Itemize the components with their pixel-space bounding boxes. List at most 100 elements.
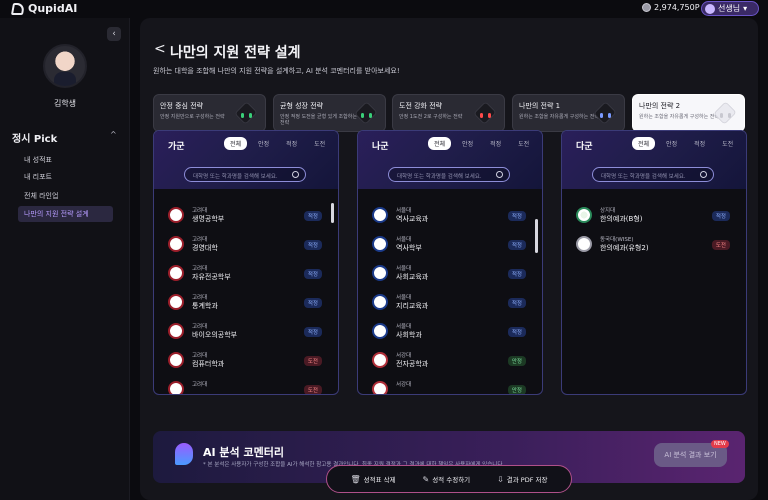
filter-tabs: 전체 안정 적정 도전 [428,137,535,150]
cube-robot-icon [592,100,618,128]
column-header: 나군 전체 안정 적정 도전 대학명 또는 학과명을 검색해 보세요. [358,131,542,189]
chevron-up-icon[interactable]: ^ [110,130,117,139]
tab-fit[interactable]: 적정 [688,137,711,150]
list-item[interactable]: 고려대 컴퓨터학과 도전 [154,348,338,377]
status-badge: 적정 [711,211,730,221]
sidebar-item-report-card[interactable]: 내 성적표 [18,152,113,168]
department-name: 한의예과(유형2) [600,244,649,252]
points-value: 2,974,750P [654,3,700,12]
user-label: 선생님 [718,4,741,13]
strategy-card-custom-1[interactable]: 나만의 전략 1 원하는 조합을 자유롭게 구성하는 전략 [512,94,625,132]
tab-all[interactable]: 전체 [632,137,656,150]
university-name: 서울대 [396,208,412,214]
university-emblem-icon [168,381,184,394]
strategy-desc: 원하는 조합을 자유롭게 구성하는 전략 [639,114,719,120]
university-emblem-icon [372,236,388,252]
university-emblem-icon [168,236,184,252]
list-item[interactable]: 서울대 사회학과 적정 [358,319,542,348]
tab-challenge[interactable]: 도전 [308,137,331,150]
department-name: 컴퓨터학과 [192,360,225,368]
new-badge: NEW [711,440,729,448]
list-item[interactable]: 서울대 역사학부 적정 [358,232,542,261]
university-name: 고려대 [192,382,208,388]
search-input[interactable]: 대학명 또는 학과명을 검색해 보세요. [388,167,510,182]
strategy-card-custom-2[interactable]: 나만의 전략 2 원하는 조합을 자유롭게 구성하는 전략 [632,94,745,132]
department-name: 한의예과(B형) [600,215,643,223]
save-pdf-button[interactable]: ⇩ 결과 PDF 저장 [497,474,547,485]
university-emblem-icon [168,294,184,310]
status-badge: 적정 [507,327,526,337]
tab-all[interactable]: 전체 [224,137,248,150]
strategy-card-balanced[interactable]: 균형 성장 전략 안정 적정 도전을 균형 있게 조합하는 전략 [273,94,386,132]
list-item[interactable]: 서울대 지리교육과 적정 [358,290,542,319]
department-name: 경영대학 [192,244,218,252]
strategy-card-challenge[interactable]: 도전 강화 전략 안정 1도전 2로 구성하는 전략 [392,94,505,132]
edit-grades-button[interactable]: ✎ 성적 수정하기 [423,474,471,485]
strategy-card-stable[interactable]: 안정 중심 전략 안정 지원만으로 구성하는 전략 [153,94,266,132]
list-item[interactable]: 고려대 통계학과 적정 [154,290,338,319]
list-item[interactable]: 서울대 사회교육과 적정 [358,261,542,290]
ai-chat-icon [175,443,193,465]
sidebar-collapse-button[interactable]: ‹ [107,27,121,41]
list-item[interactable]: 서강대 안정 [358,377,542,394]
tab-challenge[interactable]: 도전 [716,137,739,150]
list-item[interactable]: 서울대 역사교육과 적정 [358,203,542,232]
search-icon[interactable] [496,171,503,178]
list-item[interactable]: 고려대 자유전공학부 적정 [154,261,338,290]
action-label: 성적표 삭제 [363,476,396,484]
university-name: 고려대 [192,208,208,214]
app-logo[interactable]: QupidAI [10,2,77,15]
list-item[interactable]: 고려대 경영대학 적정 [154,232,338,261]
list-item[interactable]: 상지대 한의예과(B형) 적정 [562,203,746,232]
status-badge: 적정 [507,240,526,250]
tab-challenge[interactable]: 도전 [512,137,535,150]
search-input[interactable]: 대학명 또는 학과명을 검색해 보세요. [184,167,306,182]
chevron-down-icon: ▾ [743,4,748,13]
student-name: 김학생 [53,99,77,108]
delete-report-button[interactable]: 🗑 성적표 삭제 [350,474,396,485]
tab-all[interactable]: 전체 [428,137,452,150]
university-name: 고려대 [192,295,208,301]
user-menu-button[interactable]: 선생님 ▾ [701,1,759,16]
tab-fit[interactable]: 적정 [280,137,303,150]
coin-icon [642,3,651,12]
tab-fit[interactable]: 적정 [484,137,507,150]
list-item[interactable]: 고려대 생명공학부 적정 [154,203,338,232]
university-emblem-icon [168,352,184,368]
tab-safe[interactable]: 안정 [252,137,275,150]
group-column-na: 나군 전체 안정 적정 도전 대학명 또는 학과명을 검색해 보세요. 서울대 역… [357,130,543,395]
university-name: 고려대 [192,266,208,272]
sidebar: ‹ 김학생 정시 Pick ^ 내 성적표 내 리포트 전체 라인업 나만의 지… [0,18,130,500]
search-icon[interactable] [700,171,707,178]
search-icon[interactable] [292,171,299,178]
university-emblem-icon [372,352,388,368]
university-name: 고려대 [192,353,208,359]
list-item[interactable]: 고려대도전 [154,377,338,394]
status-badge: 적정 [507,298,526,308]
university-emblem-icon [168,207,184,223]
status-badge: 도전 [303,356,322,366]
app-root: QupidAI 2,974,750P 선생님 ▾ ‹ 김학생 정시 Pick ^… [0,0,768,500]
list-item[interactable]: 서강대 전자공학과 안정 [358,348,542,377]
tab-safe[interactable]: 안정 [660,137,683,150]
sidebar-item-strategy[interactable]: 나만의 지원 전략 설계 [18,206,113,222]
section-title[interactable]: 정시 Pick [12,130,57,145]
university-name: 동국대(WISE) [600,237,634,243]
university-name: 고려대 [192,324,208,330]
student-avatar [43,44,87,88]
status-badge: 적정 [303,211,322,221]
search-input[interactable]: 대학명 또는 학과명을 검색해 보세요. [592,167,714,182]
university-list: 고려대 생명공학부 적정 고려대 경영대학 적정 고려대 자유전공학부 적정 고려대 통계학과… [154,203,338,394]
sidebar-item-my-report[interactable]: 내 리포트 [18,169,113,185]
tab-safe[interactable]: 안정 [456,137,479,150]
list-item[interactable]: 동국대(WISE) 한의예과(유형2) 도전 [562,232,746,261]
status-badge: 도전 [303,385,322,394]
university-name: 서울대 [396,295,412,301]
strategy-desc: 안정 지원만으로 구성하는 전략 [160,114,225,120]
back-button[interactable]: < [154,41,166,57]
department-name: 바이오의공학부 [192,331,238,339]
status-badge: 적정 [303,269,322,279]
page-title: 나만의 지원 전략 설계 [170,45,301,61]
sidebar-item-lineup[interactable]: 전체 라인업 [18,188,113,204]
list-item[interactable]: 고려대 바이오의공학부 적정 [154,319,338,348]
